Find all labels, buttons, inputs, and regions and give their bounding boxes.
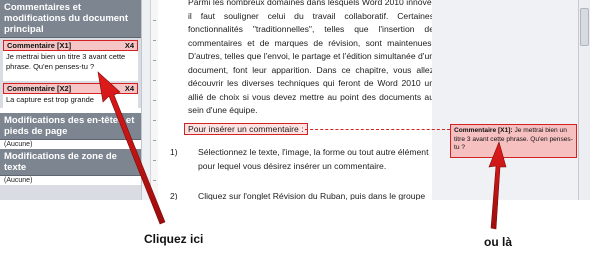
comment-header-x2[interactable]: Commentaire [X2] X4: [3, 83, 138, 94]
comment-author: X4: [124, 41, 134, 50]
textbox-none: (Aucune): [0, 176, 141, 185]
section-header-footer: Modifications des en-têtes et pieds de p…: [0, 113, 141, 140]
comment-text-x2[interactable]: La capture est trop grande: [3, 94, 138, 108]
section-textbox: Modifications de zone de texte: [0, 149, 141, 176]
comment-balloon[interactable]: Commentaire [X1]: Je mettrai bien un tit…: [450, 124, 577, 158]
markup-area: [432, 0, 578, 200]
vertical-ruler: [150, 0, 158, 200]
comment-text-x1[interactable]: Je mettrai bien un titre 3 avant cette p…: [3, 51, 138, 81]
list-number: 1): [170, 147, 178, 157]
reviewing-pane: Commentaires et modifications du documen…: [0, 0, 141, 200]
list-text: Sélectionnez le texte, l'image, la forme…: [198, 147, 429, 171]
document-page[interactable]: Parmi les nombreux domaines dans lesquel…: [160, 0, 434, 215]
comment-leader-line: [305, 129, 450, 130]
comment-author: X4: [124, 84, 134, 93]
list-item[interactable]: 1) Sélectionnez le texte, l'image, la fo…: [170, 146, 432, 173]
comment-header-label: Commentaire [X1]: [7, 41, 72, 50]
header-footer-none: (Aucune): [0, 140, 141, 149]
callout-cliquez-ici: Cliquez ici: [144, 232, 204, 246]
balloon-header: Commentaire [X1]:: [454, 127, 513, 134]
scroll-thumb[interactable]: [580, 8, 589, 46]
commented-heading[interactable]: Pour insérer un commentaire :: [184, 123, 308, 135]
document-scrollbar[interactable]: [578, 0, 590, 200]
comment-header-x1[interactable]: Commentaire [X1] X4: [3, 40, 138, 51]
section-main-document: Commentaires et modifications du documen…: [0, 0, 141, 38]
pane-scrollbar[interactable]: [141, 0, 150, 200]
body-paragraph[interactable]: Parmi les nombreux domaines dans lesquel…: [188, 0, 434, 118]
comment-header-label: Commentaire [X2]: [7, 84, 72, 93]
callout-ou-la: ou là: [484, 235, 513, 249]
